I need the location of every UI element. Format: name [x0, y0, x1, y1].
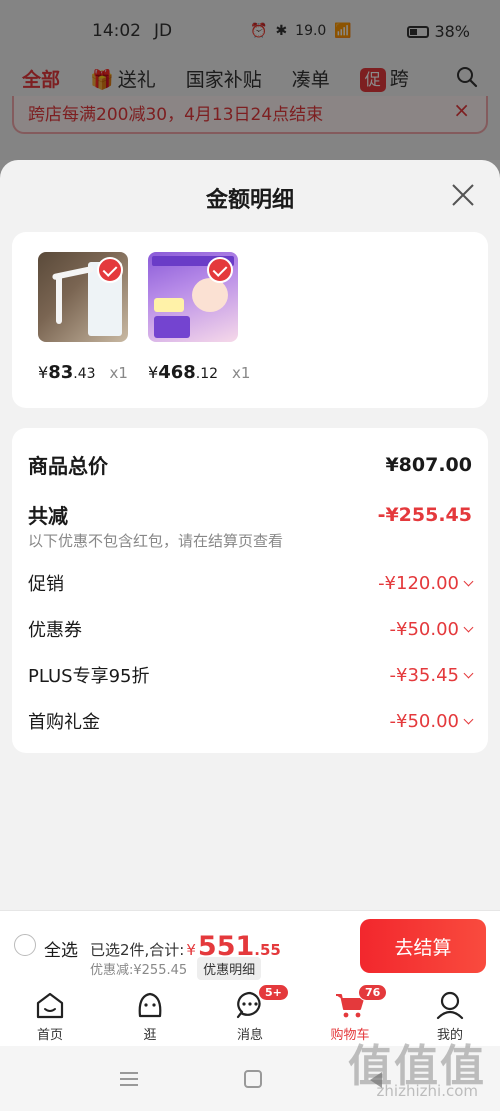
- total-price-row: 商品总价 ¥807.00: [28, 450, 472, 479]
- discount-amount: -¥50.00: [389, 710, 459, 732]
- chevron-down-icon: [463, 714, 474, 724]
- discount-label: 促销: [28, 574, 64, 595]
- select-all-label[interactable]: 全选: [44, 936, 78, 961]
- product-quantity: x1: [232, 364, 251, 382]
- discount-text: 优惠减:¥255.45: [90, 963, 188, 978]
- chevron-down-icon: [463, 622, 474, 632]
- total-price-value: ¥807.00: [385, 453, 472, 476]
- checkout-button[interactable]: 去结算: [360, 919, 486, 973]
- product-item[interactable]: ¥ 468 .12 x1: [148, 252, 258, 383]
- tab-home[interactable]: 首页: [0, 982, 100, 1046]
- product-image-desk-lamp: [38, 252, 128, 342]
- menu-icon[interactable]: [120, 1072, 138, 1086]
- watermark-url: zhizhizhi.com: [376, 1082, 478, 1100]
- checked-icon: [207, 257, 233, 283]
- price-decimal: .43: [73, 366, 96, 382]
- chevron-down-icon: [463, 576, 474, 586]
- discount-row-coupon[interactable]: 优惠券 -¥50.00: [28, 616, 474, 642]
- cart-badge: 76: [358, 984, 388, 1001]
- discount-note: 以下优惠不包含红包，请在结算页查看: [28, 532, 284, 550]
- checked-icon: [97, 257, 123, 283]
- discount-value: -¥50.00: [389, 710, 474, 732]
- profile-icon: [436, 991, 464, 1020]
- discount-label: 首购礼金: [28, 712, 100, 733]
- stroll-icon: [138, 992, 162, 1018]
- sheet-header: 金额明细: [0, 160, 500, 232]
- product-quantity: x1: [109, 364, 128, 382]
- checkout-bar: 全选 已选2件,合计: ¥ 551 .55 优惠减:¥255.45 优惠明细 去…: [0, 910, 500, 982]
- product-image-milk-powder: [148, 252, 238, 342]
- total-price-label: 商品总价: [28, 454, 108, 478]
- discount-detail-button[interactable]: 优惠明细: [197, 957, 262, 980]
- discount-summary: 优惠减:¥255.45 优惠明细: [90, 957, 262, 980]
- select-all-radio[interactable]: [14, 934, 36, 956]
- total-reduce-row: 共减 -¥255.45: [28, 500, 472, 529]
- discount-amount: -¥35.45: [389, 664, 459, 686]
- price-integer: 468: [158, 362, 196, 383]
- tab-message[interactable]: 5+ 消息: [200, 982, 300, 1046]
- discount-value: -¥35.45: [389, 664, 474, 686]
- discount-row-first-purchase[interactable]: 首购礼金 -¥50.00: [28, 708, 474, 734]
- close-icon[interactable]: [450, 182, 476, 208]
- price-symbol: ¥: [38, 363, 49, 382]
- discount-label: PLUS专享95折: [28, 666, 150, 687]
- background-page: 14:02 JD ⏰ ✱ 19.0 📶 38% 全部 🎁 送礼 国家补贴 凑单 促…: [0, 0, 500, 160]
- price-summary-card: 商品总价 ¥807.00 共减 -¥255.45 以下优惠不包含红包，请在结算页…: [12, 428, 488, 753]
- discount-amount: -¥120.00: [378, 572, 459, 594]
- chevron-down-icon: [463, 668, 474, 678]
- price-symbol: ¥: [148, 363, 159, 382]
- discount-amount: -¥50.00: [389, 618, 459, 640]
- tab-label: 消息: [236, 1028, 263, 1043]
- product-meta: ¥ 83 .43 x1: [38, 362, 148, 383]
- price-decimal: .12: [195, 366, 219, 382]
- product-meta: ¥ 468 .12 x1: [148, 362, 258, 383]
- discount-row-plus[interactable]: PLUS专享95折 -¥35.45: [28, 662, 474, 688]
- discount-value: -¥120.00: [378, 572, 474, 594]
- discount-value: -¥50.00: [389, 618, 474, 640]
- total-reduce-value: -¥255.45: [377, 503, 472, 526]
- tab-label: 逛: [143, 1028, 157, 1043]
- sheet-title: 金额明细: [205, 188, 294, 213]
- home-icon: [36, 992, 64, 1019]
- total-reduce-label: 共减: [28, 504, 68, 528]
- tab-label: 首页: [36, 1028, 63, 1043]
- message-badge: 5+: [258, 984, 289, 1001]
- home-button-icon[interactable]: [244, 1070, 262, 1088]
- tab-stroll[interactable]: 逛: [100, 982, 200, 1046]
- overlay-dim[interactable]: [0, 0, 500, 160]
- discount-row-promotion[interactable]: 促销 -¥120.00: [28, 570, 474, 596]
- discount-label: 优惠券: [28, 620, 82, 641]
- product-item[interactable]: ¥ 83 .43 x1: [38, 252, 148, 383]
- price-integer: 83: [48, 362, 74, 383]
- products-card: ¥ 83 .43 x1 ¥ 468 .12 x1: [12, 232, 488, 408]
